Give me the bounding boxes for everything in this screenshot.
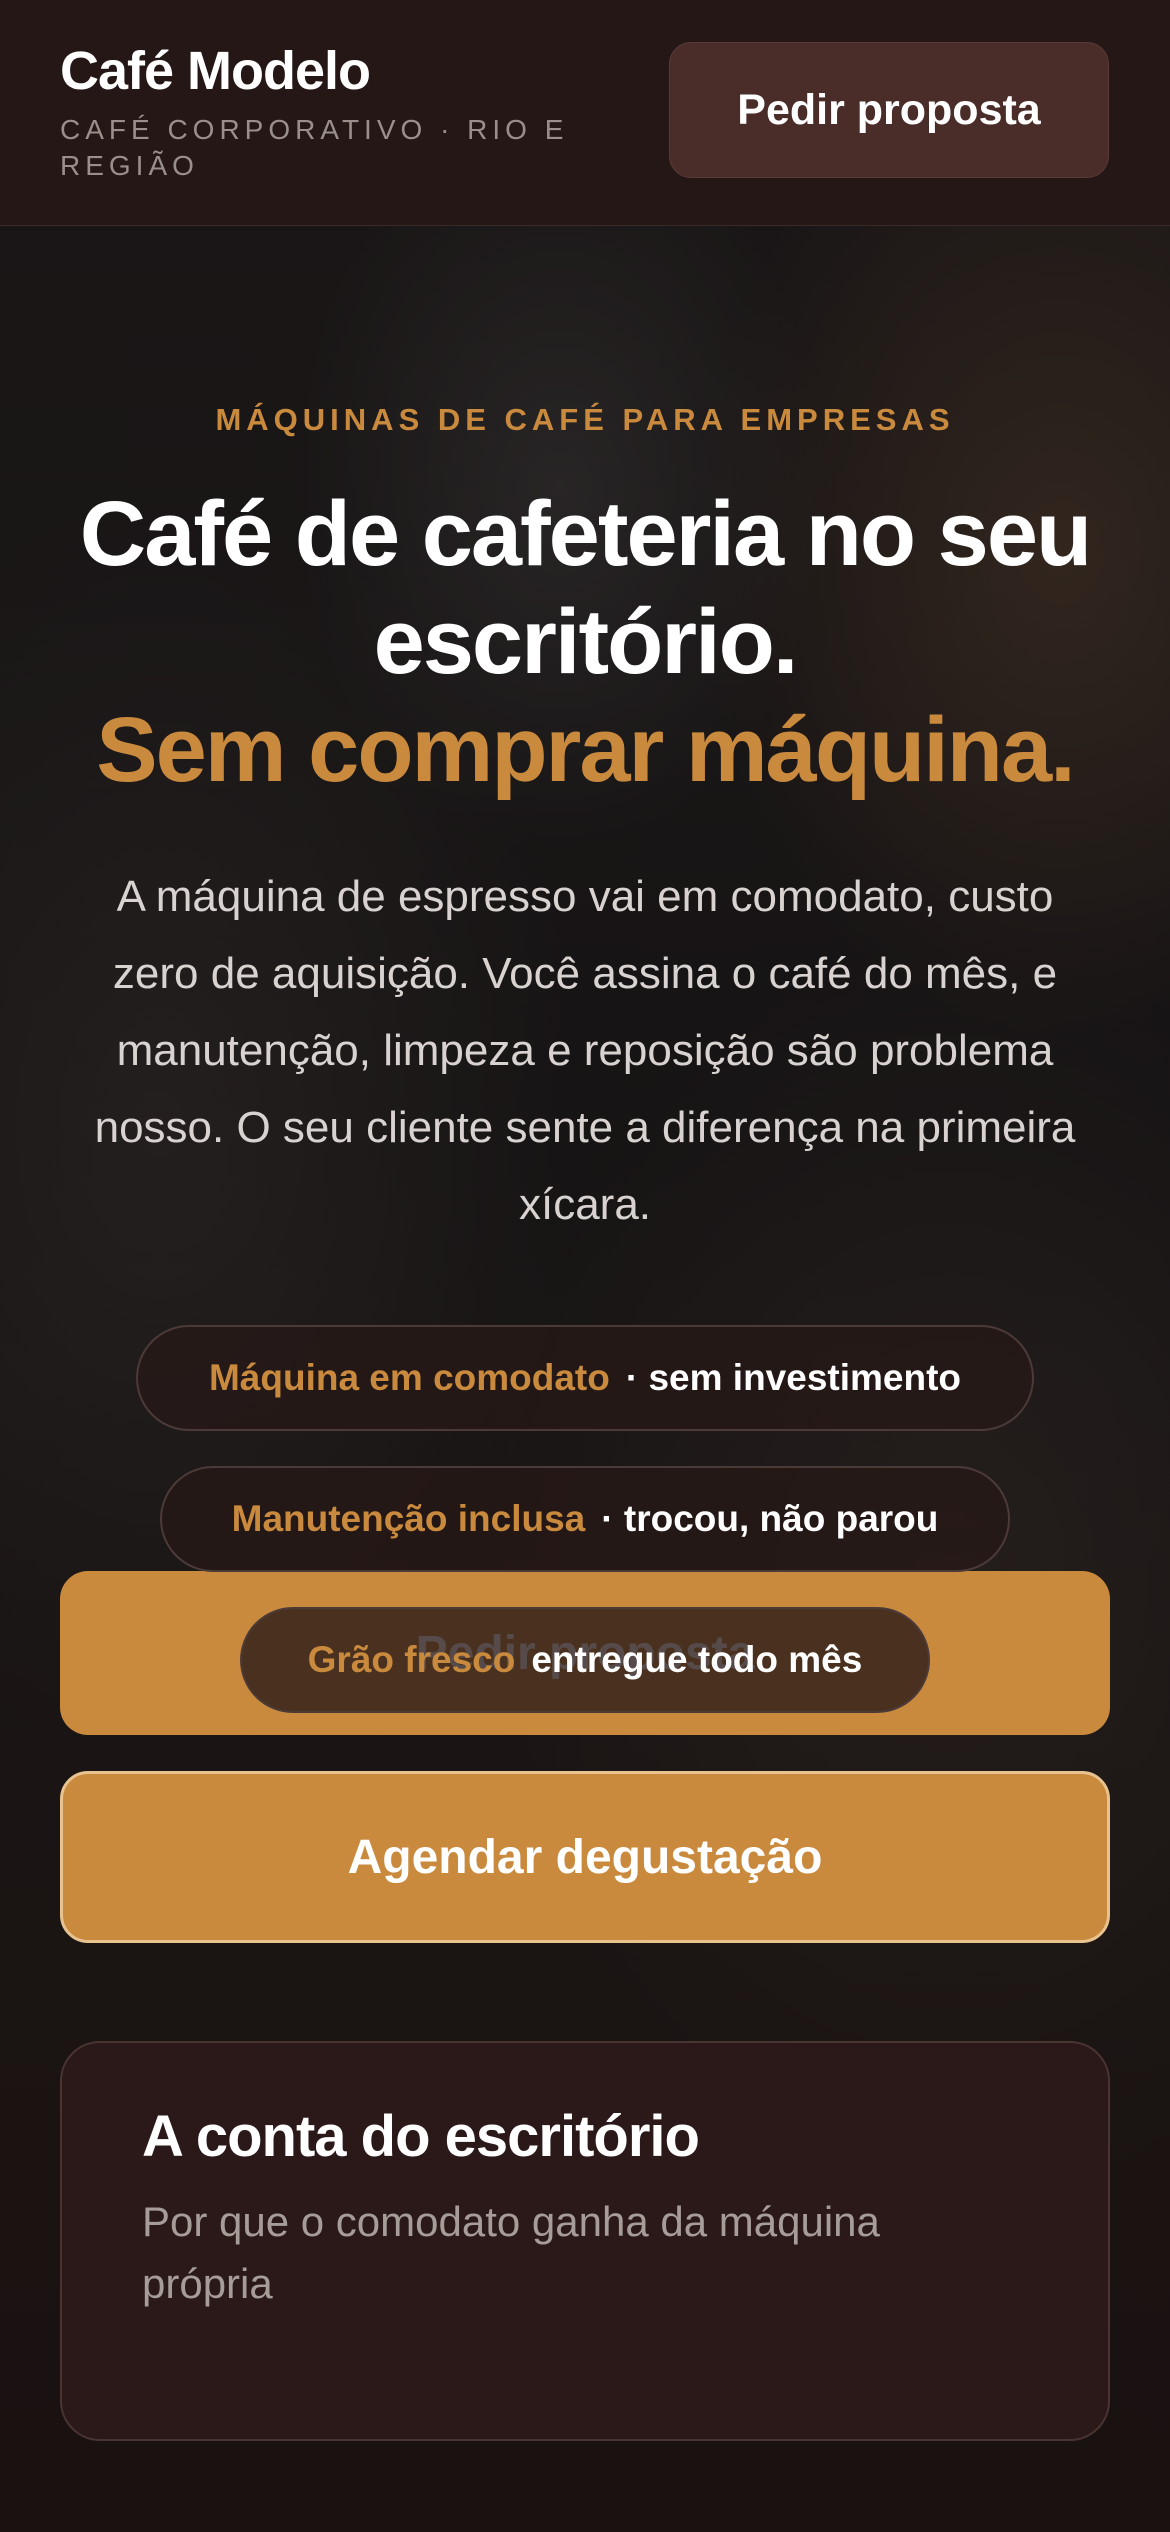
header-request-proposal-button[interactable]: Pedir proposta <box>669 42 1109 178</box>
brand-name[interactable]: Café Modelo <box>60 40 371 102</box>
hero-eyebrow: MÁQUINAS DE CAFÉ PARA EMPRESAS <box>215 402 955 437</box>
site-header: Café Modelo CAFÉ CORPORATIVO · RIO E REG… <box>0 0 1170 226</box>
headline-accent: Sem comprar máquina. <box>96 699 1075 801</box>
feature-chip-manutencao: Manutenção inclusa · trocou, não parou <box>160 1466 1010 1572</box>
hero-lead: A máquina de espresso vai em comodato, c… <box>94 872 1076 1229</box>
page: Café Modelo CAFÉ CORPORATIVO · RIO E REG… <box>0 0 1170 2532</box>
chip-detail: · sem investimento <box>625 1357 962 1398</box>
headline-main: Café de cafeteria no seu escritório. <box>79 483 1092 693</box>
feature-chip-comodato: Máquina em comodato · sem investimento <box>136 1325 1034 1431</box>
hero-headline: Café de cafeteria no seu escritório. Sem… <box>0 480 1170 804</box>
card-title: A conta do escritório <box>142 2104 700 2169</box>
chip-detail: entregue todo mês <box>531 1639 863 1680</box>
schedule-tasting-button[interactable]: Agendar degustação <box>60 1771 1110 1943</box>
chip-title: Máquina em comodato <box>208 1357 610 1398</box>
chip-title: Manutenção inclusa <box>231 1498 586 1539</box>
chip-title: Grão fresco <box>307 1639 516 1680</box>
office-account-card: A conta do escritório Por que o comodato… <box>60 2041 1110 2441</box>
brand-tagline: CAFÉ CORPORATIVO · RIO E REGIÃO <box>60 114 569 181</box>
chip-detail: · trocou, não parou <box>601 1498 939 1539</box>
feature-chip-grao: Grão fresco entregue todo mês <box>240 1607 930 1713</box>
card-subtitle: Por que o comodato ganha da máquina próp… <box>142 2198 880 2307</box>
